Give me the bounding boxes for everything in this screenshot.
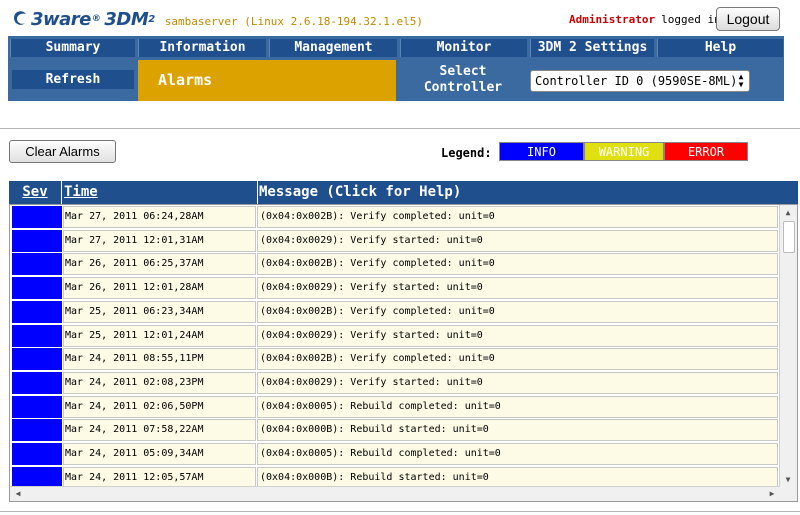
time-cell: Mar 27, 2011 12:01,31AM bbox=[63, 229, 256, 252]
message-cell[interactable]: (0x04:0x0029): Verify started: unit=0 bbox=[257, 371, 778, 394]
severity-cell bbox=[12, 371, 62, 394]
logout-button[interactable]: Logout bbox=[716, 7, 780, 31]
table-row[interactable]: Mar 27, 2011 06:24,28AM (0x04:0x002B): Ve… bbox=[10, 205, 780, 228]
nav-management[interactable]: Management bbox=[269, 39, 397, 57]
table-row[interactable]: Mar 24, 2011 07:58,22AM (0x04:0x000B): Re… bbox=[10, 418, 780, 442]
nav-monitor[interactable]: Monitor bbox=[400, 39, 527, 57]
severity-cell bbox=[12, 324, 62, 347]
nav-help[interactable]: Help bbox=[657, 39, 783, 57]
registered-mark: ® bbox=[91, 14, 101, 24]
time-cell: Mar 24, 2011 07:58,22AM bbox=[63, 419, 256, 442]
message-column-header: Message (Click for Help) bbox=[259, 184, 462, 200]
message-cell[interactable]: (0x04:0x0005): Rebuild completed: unit=0 bbox=[257, 443, 778, 465]
host-info: sambaserver (Linux 2.6.18-194.32.1.el5) bbox=[164, 14, 424, 28]
message-cell[interactable]: (0x04:0x0029): Verify started: unit=0 bbox=[257, 324, 778, 347]
alarms-table-body: Mar 27, 2011 06:24,28AM (0x04:0x002B): Ve… bbox=[9, 204, 798, 502]
3ware-swirl-icon bbox=[14, 11, 26, 25]
table-row[interactable]: Mar 24, 2011 02:08,23PM (0x04:0x0029): Ve… bbox=[10, 371, 780, 394]
severity-cell bbox=[12, 443, 62, 465]
sev-column-header[interactable]: Sev bbox=[9, 181, 62, 204]
nav-3dm-settings[interactable]: 3DM 2 Settings bbox=[530, 39, 654, 57]
severity-cell bbox=[12, 348, 62, 371]
time-column-header[interactable]: Time bbox=[62, 181, 258, 204]
time-cell: Mar 24, 2011 08:55,11PM bbox=[63, 348, 256, 371]
header: 3ware ® 3DM 2 sambaserver (Linux 2.6.18-… bbox=[0, 0, 800, 36]
message-cell[interactable]: (0x04:0x0029): Verify started: unit=0 bbox=[257, 229, 778, 252]
select-controller-label: Select Controller bbox=[423, 64, 503, 95]
severity-cell bbox=[12, 277, 62, 300]
time-cell: Mar 24, 2011 05:09,34AM bbox=[63, 443, 256, 465]
updown-arrow-icon: ▲ ▼ bbox=[738, 72, 744, 89]
user-name: Administrator bbox=[569, 13, 656, 26]
message-cell[interactable]: (0x04:0x0029): Verify started: unit=0 bbox=[257, 277, 778, 300]
nav-information[interactable]: Information bbox=[138, 39, 266, 57]
controller-select-value: Controller ID 0 (9590SE-8ML) bbox=[535, 74, 738, 88]
time-cell: Mar 25, 2011 06:23,34AM bbox=[63, 300, 256, 323]
severity-cell bbox=[12, 253, 62, 276]
brand-name: 3ware bbox=[31, 8, 91, 30]
message-cell[interactable]: (0x04:0x002B): Verify completed: unit=0 bbox=[257, 300, 778, 323]
legend-info: INFO bbox=[499, 142, 584, 161]
logo: 3ware ® 3DM 2 sambaserver (Linux 2.6.18-… bbox=[12, 6, 423, 32]
message-cell[interactable]: (0x04:0x000B): Rebuild started: unit=0 bbox=[257, 419, 778, 442]
legend-error: ERROR bbox=[664, 142, 748, 161]
severity-cell bbox=[12, 229, 62, 252]
current-page-alarms: Alarms bbox=[138, 60, 396, 101]
message-cell[interactable]: (0x04:0x002B): Verify completed: unit=0 bbox=[257, 206, 778, 228]
bottom-divider bbox=[0, 511, 800, 512]
legend-label: Legend: bbox=[441, 146, 492, 160]
time-cell: Mar 27, 2011 06:24,28AM bbox=[63, 206, 256, 228]
severity-cell bbox=[12, 395, 62, 418]
severity-cell bbox=[12, 206, 62, 228]
time-cell: Mar 25, 2011 12:01,24AM bbox=[63, 324, 256, 347]
controller-select[interactable]: Controller ID 0 (9590SE-8ML) ▲ ▼ bbox=[530, 70, 750, 92]
clear-alarms-button[interactable]: Clear Alarms bbox=[9, 140, 116, 163]
time-cell: Mar 24, 2011 02:08,23PM bbox=[63, 371, 256, 394]
severity-cell bbox=[12, 419, 62, 442]
time-cell: Mar 24, 2011 02:06,50PM bbox=[63, 395, 256, 418]
message-cell[interactable]: (0x04:0x002B): Verify completed: unit=0 bbox=[257, 253, 778, 276]
alarms-table-header: Sev Time Message (Click for Help) bbox=[9, 181, 798, 204]
scroll-down-icon[interactable]: ▼ bbox=[782, 474, 794, 486]
product-version: 2 bbox=[148, 13, 155, 25]
scroll-up-icon[interactable]: ▲ bbox=[782, 207, 794, 219]
user-info: Administrator logged in bbox=[569, 13, 721, 26]
product-name: 3DM bbox=[104, 8, 149, 30]
table-row[interactable]: Mar 26, 2011 06:25,37AM (0x04:0x002B): Ve… bbox=[10, 252, 780, 276]
scroll-thumb[interactable] bbox=[783, 221, 795, 253]
refresh-button[interactable]: Refresh bbox=[12, 70, 134, 89]
divider bbox=[0, 128, 800, 129]
table-row[interactable]: Mar 24, 2011 08:55,11PM (0x04:0x002B): Ve… bbox=[10, 347, 780, 371]
vertical-scrollbar[interactable]: ▲ ▼ bbox=[779, 205, 797, 488]
scroll-right-icon[interactable]: ▶ bbox=[766, 488, 778, 500]
table-row[interactable]: Mar 25, 2011 12:01,24AM (0x04:0x0029): Ve… bbox=[10, 324, 780, 347]
table-row[interactable]: Mar 26, 2011 12:01,28AM (0x04:0x0029): Ve… bbox=[10, 276, 780, 300]
legend-warning: WARNING bbox=[584, 142, 664, 161]
horizontal-scrollbar[interactable]: ◀ ▶ bbox=[10, 486, 780, 501]
scroll-left-icon[interactable]: ◀ bbox=[12, 488, 24, 500]
time-cell: Mar 26, 2011 06:25,37AM bbox=[63, 253, 256, 276]
message-cell[interactable]: (0x04:0x002B): Verify completed: unit=0 bbox=[257, 348, 778, 371]
table-row[interactable]: Mar 24, 2011 05:09,34AM (0x04:0x0005): Re… bbox=[10, 442, 780, 465]
table-row[interactable]: Mar 25, 2011 06:23,34AM (0x04:0x002B): Ve… bbox=[10, 300, 780, 323]
nav-summary[interactable]: Summary bbox=[10, 39, 135, 57]
severity-cell bbox=[12, 300, 62, 323]
time-cell: Mar 26, 2011 12:01,28AM bbox=[63, 277, 256, 300]
nav-panel: Summary Information Management Monitor 3… bbox=[8, 36, 784, 101]
message-cell[interactable]: (0x04:0x0005): Rebuild completed: unit=0 bbox=[257, 395, 778, 418]
table-row[interactable]: Mar 27, 2011 12:01,31AM (0x04:0x0029): Ve… bbox=[10, 229, 780, 252]
table-row[interactable]: Mar 24, 2011 02:06,50PM (0x04:0x0005): Re… bbox=[10, 395, 780, 418]
logged-in-text: logged in bbox=[661, 13, 721, 26]
scroll-corner bbox=[780, 487, 797, 501]
